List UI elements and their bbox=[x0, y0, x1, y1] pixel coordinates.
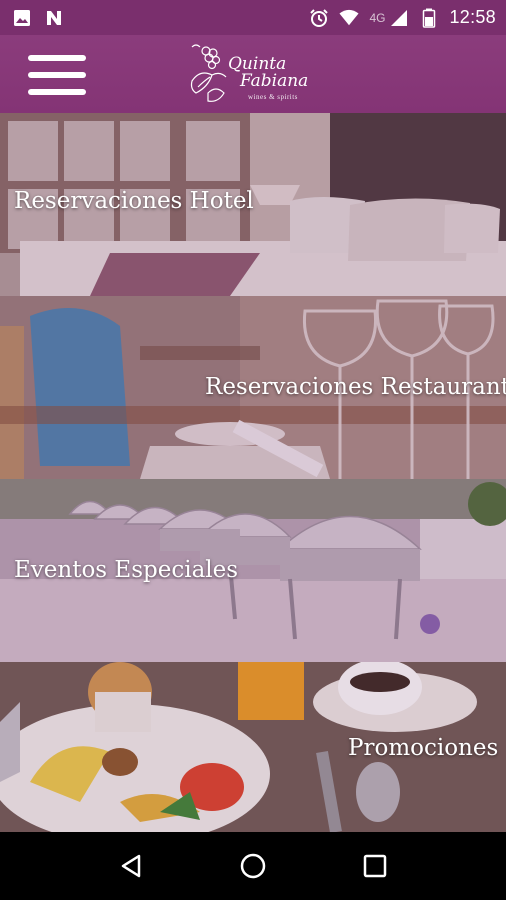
image-icon bbox=[12, 8, 32, 28]
status-bar: 4G 12:58 bbox=[0, 0, 506, 35]
n-notification-icon bbox=[44, 8, 64, 28]
signal-icon bbox=[389, 8, 409, 28]
menu-bar-line bbox=[28, 89, 86, 95]
menu-bar-line bbox=[28, 55, 86, 61]
status-time: 12:58 bbox=[449, 7, 496, 27]
wifi-icon bbox=[339, 8, 359, 28]
tile-label: Eventos Especiales bbox=[14, 557, 239, 583]
tile-label: Reservaciones Restaurante bbox=[205, 374, 506, 400]
alarm-icon bbox=[309, 8, 329, 28]
brand-logo: Quinta Fabiana wines & spirits bbox=[186, 41, 326, 107]
tile-reservaciones-restaurante[interactable]: Reservaciones Restaurante bbox=[0, 296, 506, 479]
tile-label: Promociones bbox=[348, 735, 499, 761]
tile-eventos-especiales[interactable]: Eventos Especiales bbox=[0, 479, 506, 662]
logo-wordmark-line-2: Fabiana bbox=[240, 71, 309, 91]
recents-icon[interactable] bbox=[355, 846, 395, 886]
network-type-label: 4G bbox=[369, 10, 386, 25]
category-tiles: Reservaciones Hotel Reservaciones Restau… bbox=[0, 113, 506, 832]
system-navigation-bar bbox=[0, 832, 506, 900]
back-icon[interactable] bbox=[111, 846, 151, 886]
tile-reservaciones-hotel[interactable]: Reservaciones Hotel bbox=[0, 113, 506, 296]
battery-icon bbox=[419, 8, 439, 28]
hamburger-menu-icon[interactable] bbox=[28, 53, 86, 97]
grape-leaf-icon bbox=[190, 44, 227, 102]
app-bar: Quinta Fabiana wines & spirits bbox=[0, 35, 506, 113]
tile-promociones[interactable]: Promociones bbox=[0, 662, 506, 832]
home-icon[interactable] bbox=[233, 846, 273, 886]
status-right: 4G 12:58 bbox=[309, 7, 496, 28]
menu-bar-line bbox=[28, 72, 86, 78]
tile-label: Reservaciones Hotel bbox=[14, 188, 254, 214]
logo-tagline: wines & spirits bbox=[248, 93, 298, 101]
status-left bbox=[12, 8, 64, 28]
